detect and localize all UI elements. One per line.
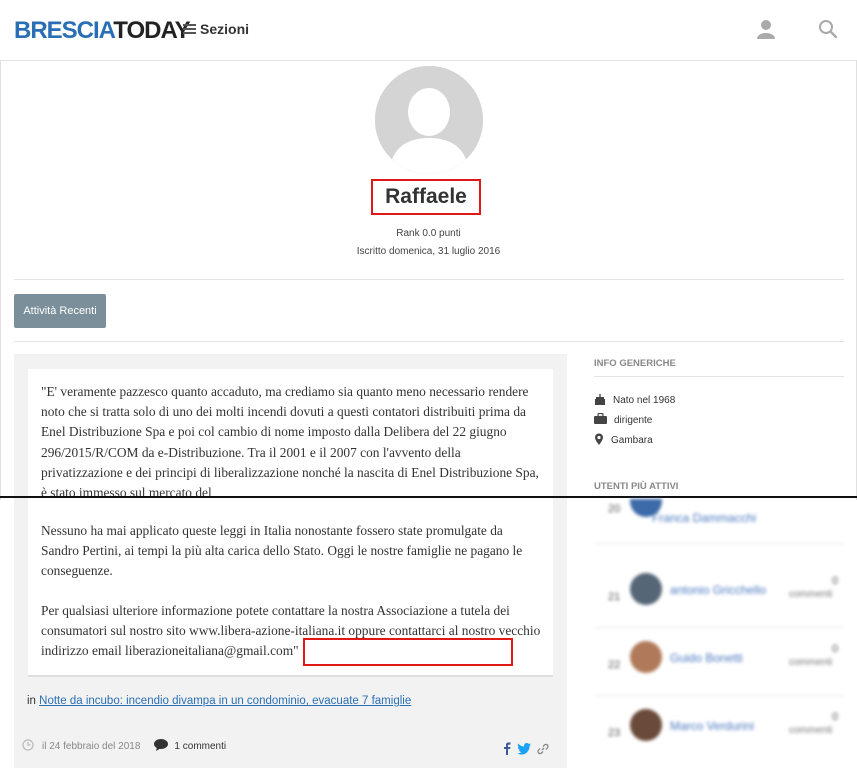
active-users-list: 20 Franca Dammacchi commenti 21 antonio … (577, 499, 857, 768)
share-buttons (503, 742, 549, 760)
divider (14, 341, 844, 342)
born-text: Nato nel 1968 (613, 395, 676, 406)
search-icon[interactable] (818, 19, 838, 44)
in-prefix: in (27, 695, 36, 707)
tab-recent-activity[interactable]: Attività Recenti (14, 294, 106, 328)
divider (594, 627, 844, 628)
job-text: dirigente (614, 414, 653, 426)
info-born: Nato nel 1968 (594, 393, 675, 408)
user-comments-label: commenti (789, 657, 833, 668)
user-comments-count: 0 (832, 643, 839, 655)
user-name[interactable]: antonio Gricchello (670, 583, 766, 597)
user-comments-label: commenti (789, 499, 832, 500)
profile-name: Raffaele (371, 179, 481, 215)
logo-text-today: TODAY (113, 17, 190, 44)
sections-label: Sezioni (200, 21, 250, 37)
comment-date: il 24 febbraio del 2018 (42, 741, 141, 752)
info-job: dirigente (594, 412, 653, 427)
user-rank: 23 (608, 727, 621, 739)
list-item[interactable]: 21 antonio Gricchello 0 commenti (594, 573, 844, 633)
comment-paragraph: "E' veramente pazzesco quanto accaduto, … (41, 384, 539, 497)
comment-paragraph: Nessuno ha mai applicato queste leggi in… (41, 523, 523, 579)
comment-meta: il 24 febbraio del 2018 1 commenti (22, 739, 226, 754)
profile-joined-date: Iscritto domenica, 31 luglio 2016 (356, 246, 501, 257)
user-comments-label: commenti (789, 589, 833, 600)
user-rank: 22 (608, 659, 621, 671)
location-text: Gambara (611, 435, 653, 446)
avatar (630, 573, 662, 605)
user-comments-count: 0 (832, 711, 839, 723)
divider (594, 543, 844, 544)
link-icon[interactable] (537, 742, 549, 760)
divider (14, 279, 844, 280)
user-icon[interactable] (757, 19, 775, 44)
active-users-heading: Utenti più attivi (594, 481, 679, 492)
site-logo[interactable]: BRESCIATODAY (14, 17, 191, 45)
map-pin-icon (594, 433, 604, 448)
info-heading: Info generiche (594, 358, 676, 369)
email-highlight-box (303, 638, 513, 666)
profile-rank: Rank 0.0 punti (396, 228, 461, 239)
briefcase-icon (594, 412, 607, 427)
avatar (630, 709, 662, 741)
info-location: Gambara (594, 433, 653, 448)
divider (594, 695, 844, 696)
user-comments-label: commenti (789, 725, 833, 736)
user-name[interactable]: Marco Verdurini (670, 719, 754, 733)
list-item[interactable]: 22 Guido Bonetti 0 commenti (594, 641, 844, 701)
list-item[interactable]: 23 Marco Verdurini 0 commenti (594, 709, 844, 768)
profile-avatar (375, 66, 483, 174)
facebook-icon[interactable] (503, 742, 511, 760)
user-name[interactable]: Guido Bonetti (670, 651, 743, 665)
screenshot-separator (0, 496, 857, 498)
hamburger-icon (183, 24, 196, 34)
page-border-left (0, 60, 1, 500)
user-rank: 21 (608, 591, 621, 603)
comments-count[interactable]: 1 commenti (174, 741, 226, 752)
list-item[interactable]: 20 Franca Dammacchi commenti (594, 499, 844, 545)
user-name[interactable]: Franca Dammacchi (652, 511, 756, 525)
avatar (630, 641, 662, 673)
user-comments-count: 0 (832, 575, 839, 587)
divider (594, 376, 844, 377)
article-link[interactable]: Notte da incubo: incendio divampa in un … (39, 695, 411, 707)
sections-menu-button[interactable]: Sezioni (183, 21, 249, 37)
twitter-icon[interactable] (517, 742, 531, 760)
logo-text-brescia: BRESCIA (14, 17, 114, 44)
user-rank: 20 (608, 503, 621, 515)
comment-card: "E' veramente pazzesco quanto accaduto, … (28, 369, 553, 677)
cake-icon (594, 393, 606, 408)
clock-icon (22, 739, 34, 754)
article-reference: in Notte da incubo: incendio divampa in … (27, 695, 411, 707)
top-bar: BRESCIATODAY Sezioni (0, 0, 857, 61)
speech-bubble-icon (154, 739, 169, 754)
